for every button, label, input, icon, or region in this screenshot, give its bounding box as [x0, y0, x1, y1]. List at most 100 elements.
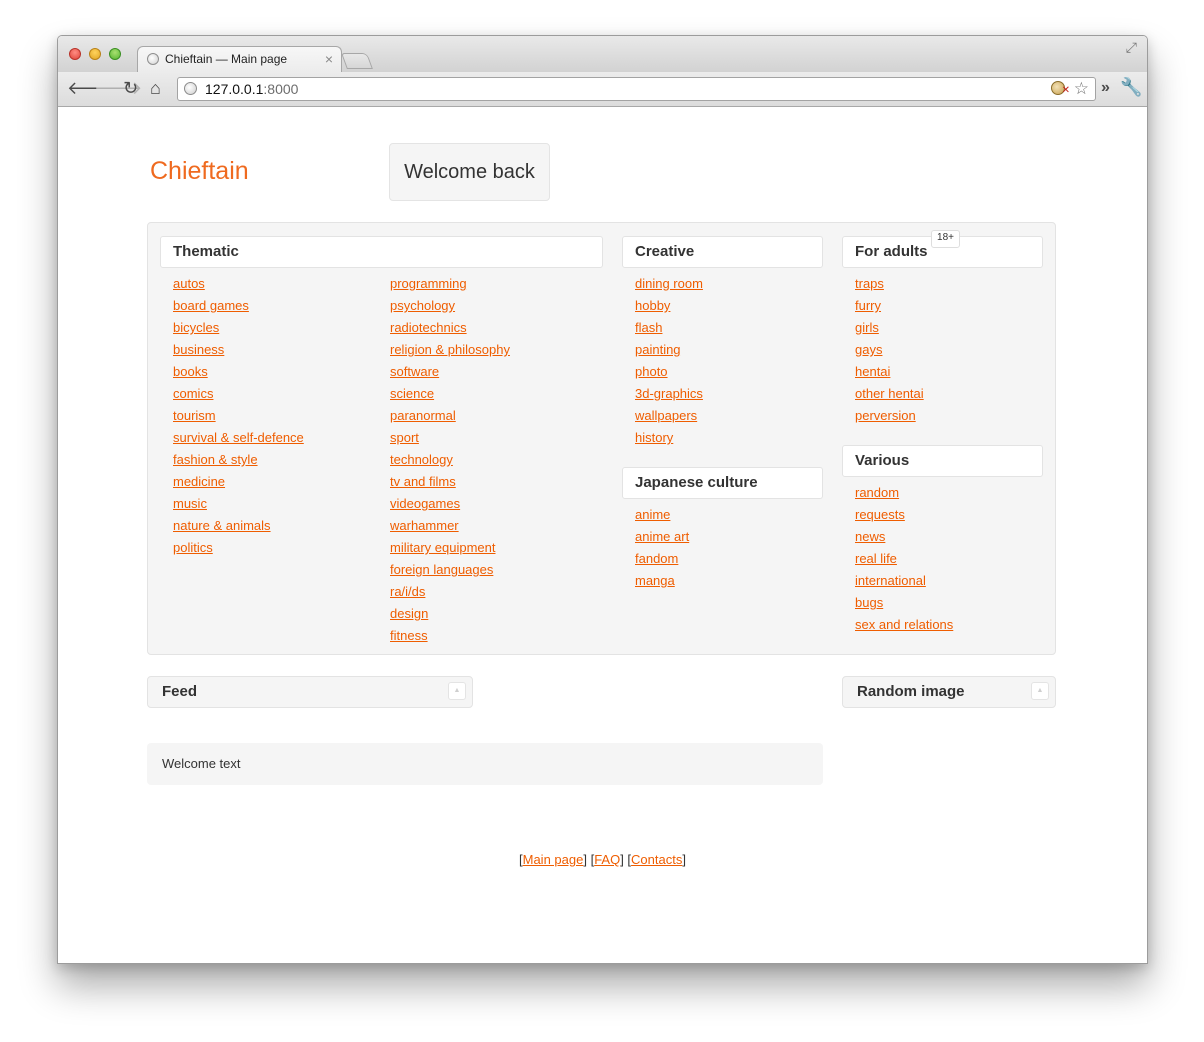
board-link[interactable]: photo — [635, 364, 668, 379]
feed-panel: Feed ▲ — [147, 676, 473, 708]
board-link[interactable]: real life — [855, 551, 897, 566]
footer-link-main-page[interactable]: Main page — [523, 852, 584, 867]
fullscreen-icon[interactable]: ⤢ — [1126, 39, 1137, 56]
board-link-row: photo — [635, 362, 703, 384]
board-link[interactable]: comics — [173, 386, 213, 401]
board-link[interactable]: medicine — [173, 474, 225, 489]
board-link[interactable]: wallpapers — [635, 408, 697, 423]
tab-close-icon[interactable]: × — [325, 50, 333, 68]
board-link[interactable]: politics — [173, 540, 213, 555]
board-link[interactable]: programming — [390, 276, 467, 291]
board-link-row: paranormal — [390, 406, 510, 428]
board-link[interactable]: software — [390, 364, 439, 379]
board-link-row: board games — [173, 296, 304, 318]
section-thematic: Thematic — [160, 236, 603, 268]
for-adults-list: traps furry girls gays hentai other hentai per… — [855, 274, 924, 428]
board-link[interactable]: design — [390, 606, 428, 621]
board-link[interactable]: bicycles — [173, 320, 219, 335]
board-link[interactable]: bugs — [855, 595, 883, 610]
board-link[interactable]: fandom — [635, 551, 678, 566]
board-link[interactable]: hentai — [855, 364, 890, 379]
board-link-row: programming — [390, 274, 510, 296]
board-link[interactable]: paranormal — [390, 408, 456, 423]
board-link[interactable]: psychology — [390, 298, 455, 313]
new-tab-button[interactable] — [341, 53, 373, 69]
board-link[interactable]: flash — [635, 320, 662, 335]
board-link-row: random — [855, 483, 953, 505]
board-link[interactable]: autos — [173, 276, 205, 291]
board-link[interactable]: perversion — [855, 408, 916, 423]
board-link-row: tourism — [173, 406, 304, 428]
board-link[interactable]: religion & philosophy — [390, 342, 510, 357]
random-image-collapse-button[interactable]: ▲ — [1031, 682, 1049, 700]
address-bar[interactable]: 127.0.0.1:8000 ✕ ☆ — [177, 77, 1096, 101]
board-link-row: comics — [173, 384, 304, 406]
board-link[interactable]: radiotechnics — [390, 320, 467, 335]
board-link[interactable]: manga — [635, 573, 675, 588]
board-link[interactable]: requests — [855, 507, 905, 522]
board-link[interactable]: girls — [855, 320, 879, 335]
board-link[interactable]: painting — [635, 342, 681, 357]
board-link[interactable]: music — [173, 496, 207, 511]
browser-toolbar: 🡐 🡒 ↻ ⌂ 127.0.0.1:8000 ✕ ☆ » 🔧 — [58, 72, 1147, 107]
board-link[interactable]: videogames — [390, 496, 460, 511]
maximize-window-button[interactable] — [109, 48, 121, 60]
browser-tab[interactable]: Chieftain — Main page × — [137, 46, 342, 72]
board-link[interactable]: foreign languages — [390, 562, 493, 577]
minimize-window-button[interactable] — [89, 48, 101, 60]
board-link-row: business — [173, 340, 304, 362]
site-logo[interactable]: Chieftain — [150, 157, 249, 186]
board-link[interactable]: furry — [855, 298, 881, 313]
home-icon[interactable]: ⌂ — [150, 78, 161, 98]
globe-icon — [147, 53, 159, 65]
wrench-icon[interactable]: 🔧 — [1120, 77, 1142, 97]
board-link[interactable]: warhammer — [390, 518, 459, 533]
board-link[interactable]: gays — [855, 342, 882, 357]
board-link[interactable]: news — [855, 529, 885, 544]
board-link[interactable]: random — [855, 485, 899, 500]
board-link[interactable]: history — [635, 430, 673, 445]
board-link[interactable]: fashion & style — [173, 452, 258, 467]
welcome-banner: Welcome back — [389, 143, 550, 201]
creative-list: dining room hobby flash painting photo 3d-gra… — [635, 274, 703, 450]
board-link[interactable]: dining room — [635, 276, 703, 291]
board-link[interactable]: other hentai — [855, 386, 924, 401]
board-link-row: software — [390, 362, 510, 384]
board-link[interactable]: technology — [390, 452, 453, 467]
board-link-row: gays — [855, 340, 924, 362]
board-link-row: wallpapers — [635, 406, 703, 428]
star-icon[interactable]: ☆ — [1074, 79, 1089, 99]
board-link[interactable]: survival & self-defence — [173, 430, 304, 445]
close-window-button[interactable] — [69, 48, 81, 60]
board-link[interactable]: anime art — [635, 529, 689, 544]
footer-link-faq[interactable]: FAQ — [594, 852, 620, 867]
board-link[interactable]: anime — [635, 507, 670, 522]
board-link-row: music — [173, 494, 304, 516]
board-link[interactable]: tourism — [173, 408, 216, 423]
board-link[interactable]: 3d-graphics — [635, 386, 703, 401]
board-link[interactable]: traps — [855, 276, 884, 291]
url-text[interactable]: 127.0.0.1:8000 — [205, 81, 298, 97]
board-link[interactable]: sex and relations — [855, 617, 953, 632]
board-link-row: requests — [855, 505, 953, 527]
board-link-row: books — [173, 362, 304, 384]
board-link[interactable]: military equipment — [390, 540, 496, 555]
board-link[interactable]: sport — [390, 430, 419, 445]
board-link[interactable]: science — [390, 386, 434, 401]
board-link[interactable]: board games — [173, 298, 249, 313]
reload-icon[interactable]: ↻ — [123, 78, 138, 98]
board-link[interactable]: nature & animals — [173, 518, 271, 533]
board-link[interactable]: tv and films — [390, 474, 456, 489]
board-link[interactable]: international — [855, 573, 926, 588]
feed-collapse-button[interactable]: ▲ — [448, 682, 466, 700]
board-link-row: warhammer — [390, 516, 510, 538]
board-link[interactable]: fitness — [390, 628, 428, 643]
feed-title: Feed — [162, 683, 198, 700]
board-link[interactable]: business — [173, 342, 224, 357]
board-link[interactable]: ra/i/ds — [390, 584, 425, 599]
board-link[interactable]: hobby — [635, 298, 670, 313]
footer-link-contacts[interactable]: Contacts — [631, 852, 682, 867]
chevron-icon[interactable]: » — [1101, 78, 1110, 98]
board-link[interactable]: books — [173, 364, 208, 379]
board-link-row: design — [390, 604, 510, 626]
